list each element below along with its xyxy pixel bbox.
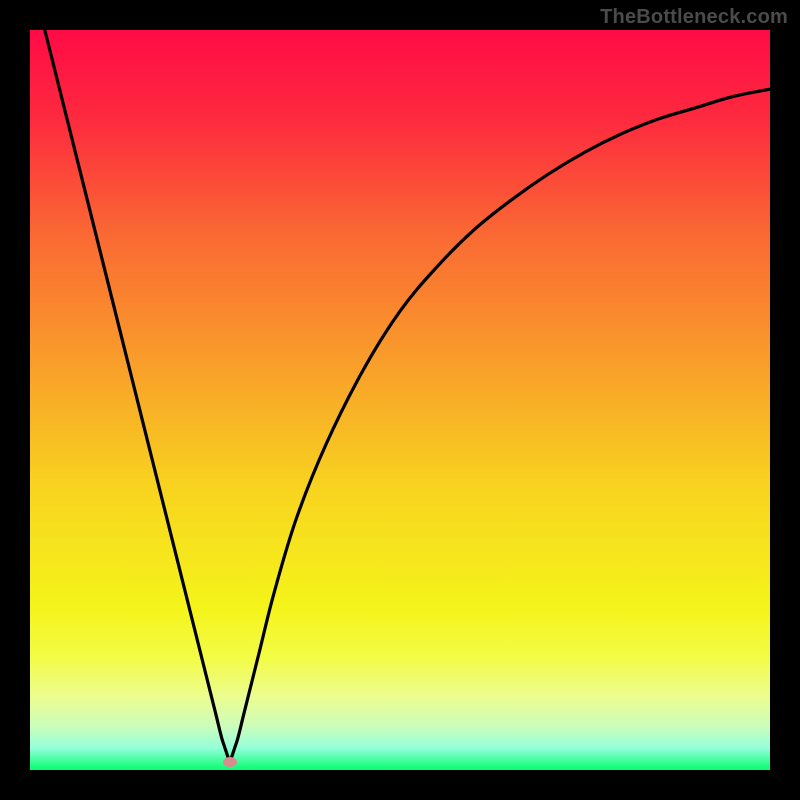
- chart-frame: TheBottleneck.com: [0, 0, 800, 800]
- minimum-point-marker: [223, 757, 237, 767]
- bottleneck-curve: [30, 30, 770, 770]
- plot-area: [30, 30, 770, 770]
- watermark-text: TheBottleneck.com: [600, 6, 788, 29]
